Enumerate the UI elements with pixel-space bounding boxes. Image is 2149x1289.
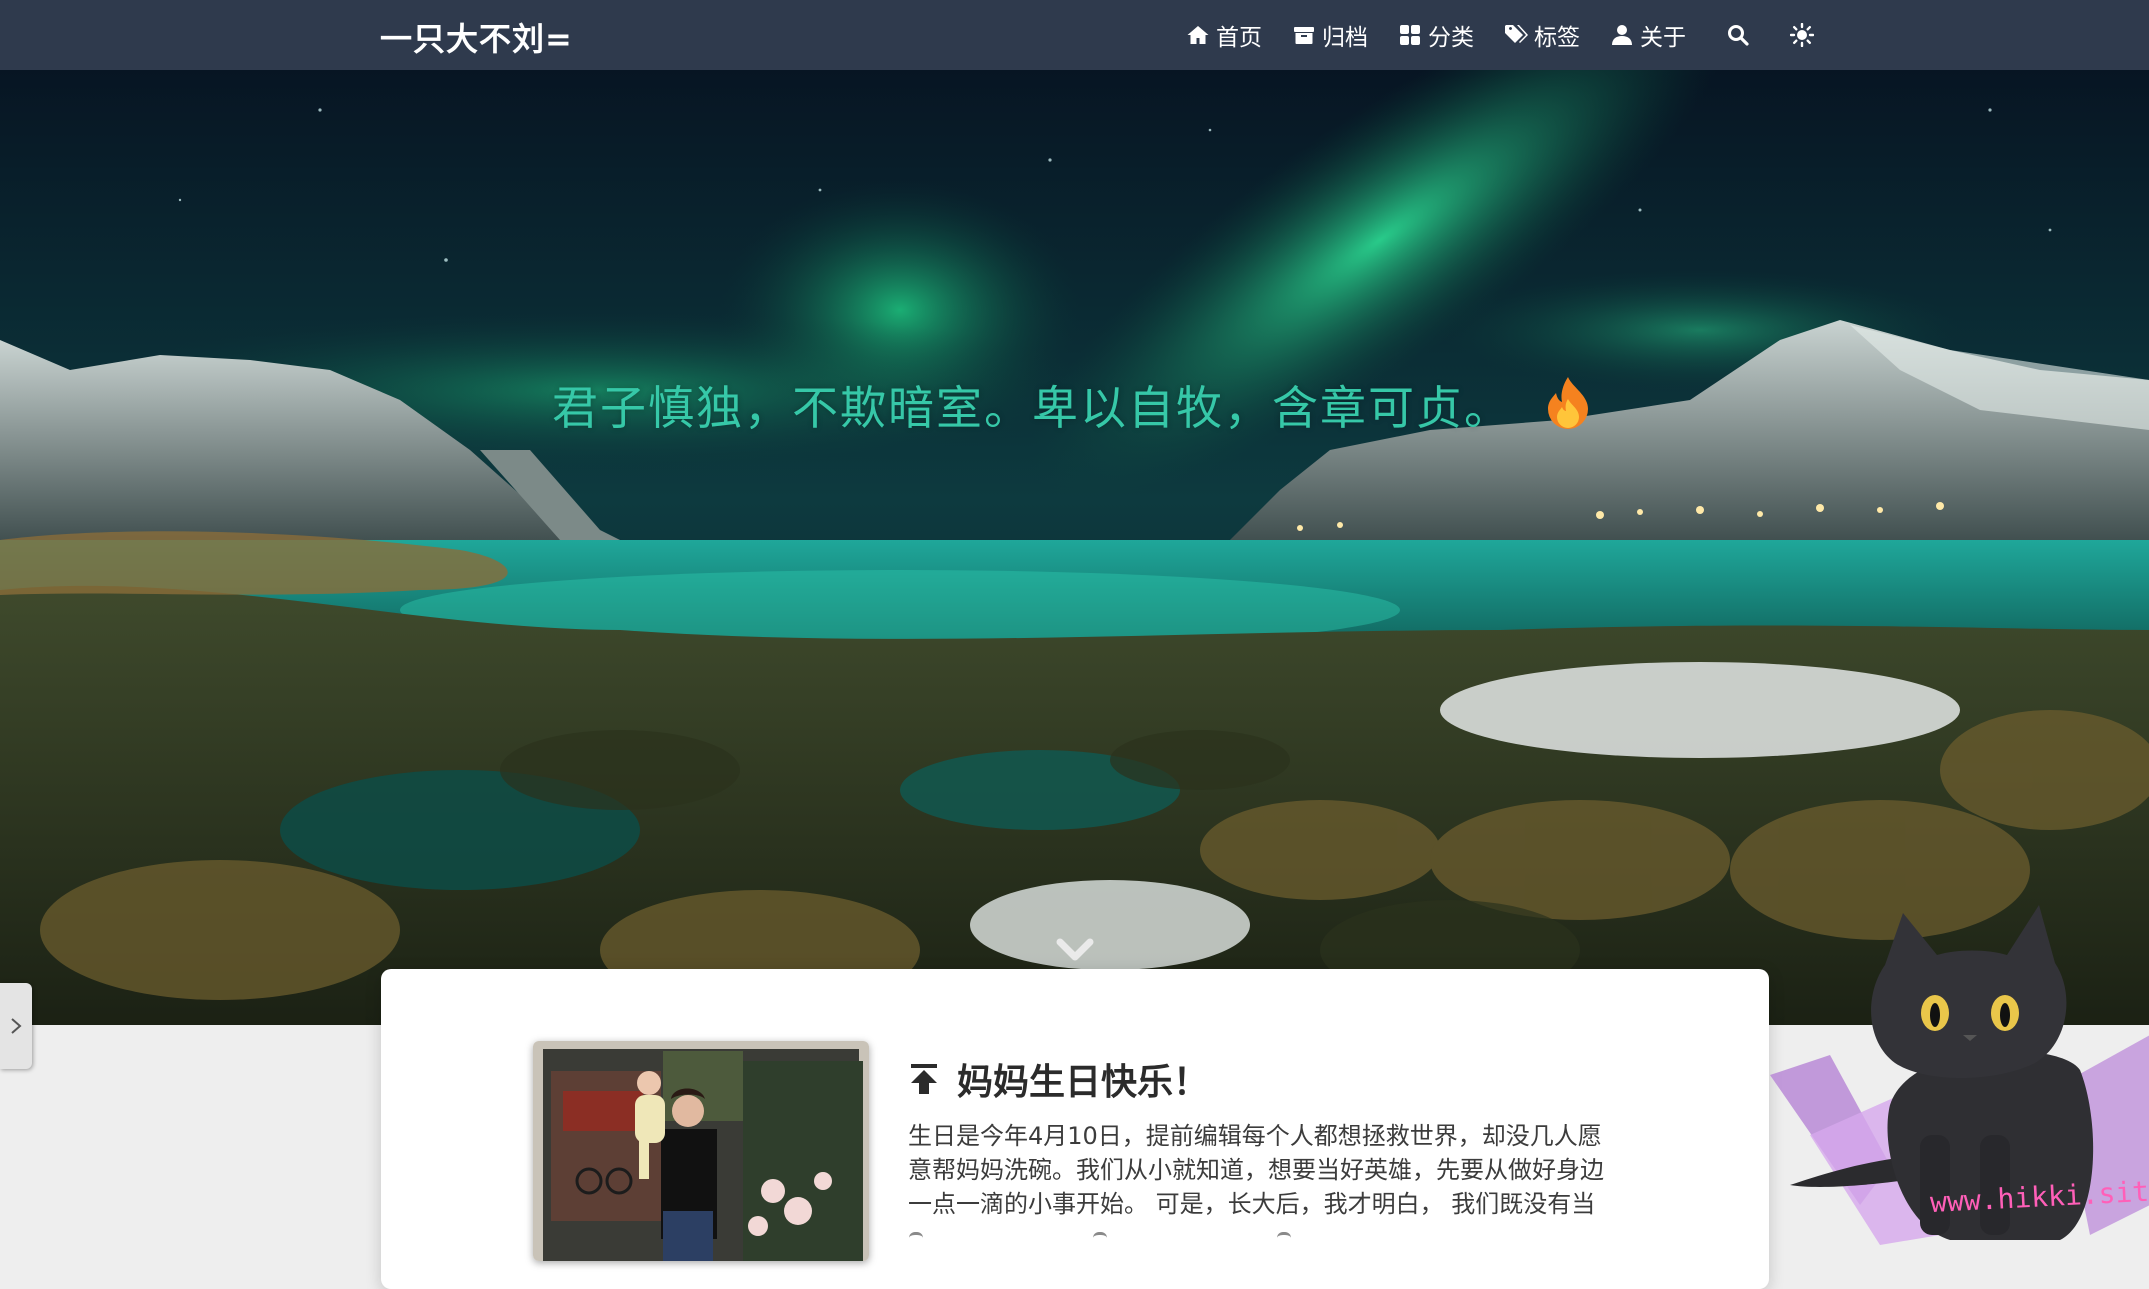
post-card: 妈妈生日快乐！ 生日是今年4月10日，提前编辑每个人都想拯救世界，却没几人愿 意…	[381, 969, 1769, 1289]
category-icon	[1400, 25, 1420, 45]
archive-icon	[1294, 27, 1314, 44]
family-photo-image	[533, 1041, 869, 1261]
search-button[interactable]	[1726, 23, 1750, 47]
nav-item-label: 分类	[1428, 25, 1474, 51]
post-excerpt: 生日是今年4月10日，提前编辑每个人都想拯救世界，却没几人愿 意帮妈妈洗碗。我们…	[908, 1119, 1628, 1221]
nav-item-tags[interactable]: 标签	[1504, 18, 1580, 52]
site-brand[interactable]: 一只大不刘=	[380, 14, 573, 60]
nav-item-archive[interactable]: 归档	[1292, 18, 1368, 52]
excerpt-line: 一点一滴的小事开始。 可是，长大后，我才明白， 我们既没有当	[908, 1190, 1596, 1218]
post-title: 妈妈生日快乐！	[957, 1062, 1210, 1103]
chevron-right-icon	[11, 1018, 22, 1034]
main-nav: 首页 归档 分类 标签 关于	[1186, 0, 1814, 70]
search-icon	[1728, 25, 1749, 46]
post-meta-row	[909, 1232, 1291, 1241]
nav-item-category[interactable]: 分类	[1398, 18, 1474, 52]
nav-item-label: 标签	[1534, 25, 1580, 51]
nav-item-label: 归档	[1322, 25, 1368, 51]
chevron-down-icon[interactable]	[1056, 938, 1094, 964]
nav-item-label: 关于	[1640, 25, 1686, 51]
tag-icon	[1277, 1232, 1291, 1241]
post-title-link[interactable]: 妈妈生日快乐！	[909, 1053, 1209, 1105]
user-icon	[1612, 25, 1632, 45]
sidebar-toggle-button[interactable]	[0, 983, 32, 1069]
calendar-icon	[909, 1232, 923, 1241]
excerpt-line: 生日是今年4月10日，提前编辑每个人都想拯救世界，却没几人愿	[908, 1122, 1602, 1150]
hero-banner: 君子慎独，不欺暗室。卑以自牧，含章可贞。	[0, 70, 2149, 1025]
folder-icon	[1093, 1232, 1107, 1241]
pin-top-icon	[911, 1064, 937, 1094]
home-icon	[1187, 26, 1209, 44]
nav-item-home[interactable]: 首页	[1186, 18, 1262, 52]
post-thumbnail[interactable]	[533, 1041, 869, 1261]
nav-item-about[interactable]: 关于	[1610, 18, 1686, 52]
flame-icon	[1548, 377, 1588, 429]
sun-icon	[1790, 23, 1814, 47]
nav-item-label: 首页	[1216, 25, 1262, 51]
excerpt-line: 意帮妈妈洗碗。我们从小就知道，想要当好英雄，先要从做好身边	[908, 1156, 1604, 1184]
tags-icon	[1505, 25, 1528, 43]
top-navbar: 一只大不刘= 首页 归档 分类 标签 关于	[0, 0, 2149, 70]
hero-slogan: 君子慎独，不欺暗室。卑以自牧，含章可贞。	[552, 381, 1512, 435]
theme-toggle-button[interactable]	[1790, 23, 1814, 47]
aurora-landscape-image	[0, 70, 2149, 1025]
